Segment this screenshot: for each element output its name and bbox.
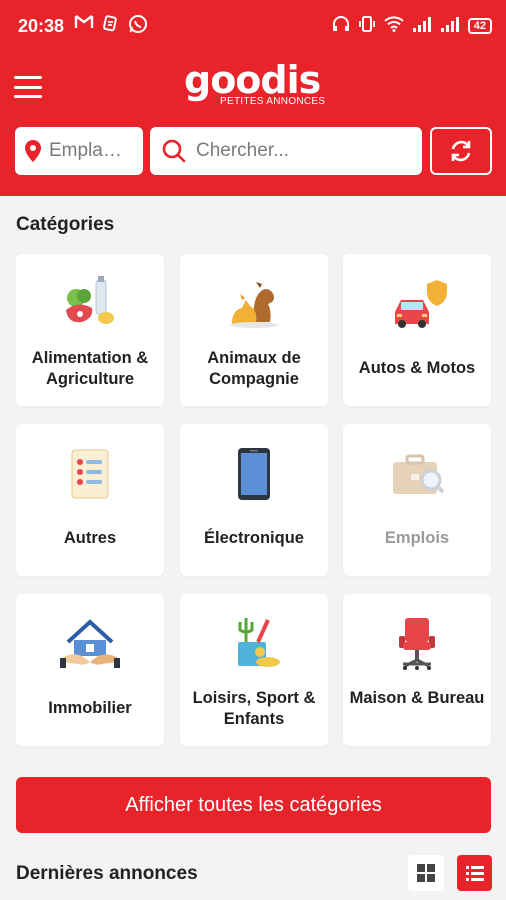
signal-icon (440, 16, 460, 36)
search-placeholder: Chercher... (196, 140, 289, 161)
whatsapp-icon (128, 14, 148, 39)
car-icon (387, 274, 447, 334)
category-card-maison[interactable]: Maison & Bureau (343, 594, 491, 746)
list-icon (60, 444, 120, 504)
list-view-button[interactable] (457, 855, 492, 891)
grid-view-button[interactable] (408, 855, 444, 891)
show-all-categories-button[interactable]: Afficher toutes les catégories (16, 777, 491, 833)
category-card-autres[interactable]: Autres (16, 424, 164, 576)
categories-title: Catégories (16, 214, 115, 235)
category-label: Emplois (384, 529, 450, 547)
latest-ads-title: Dernières annonces (16, 863, 198, 884)
list-icon (465, 865, 484, 881)
leisure-icon (224, 614, 284, 674)
category-label: Loisirs, Sport & Enfants (192, 689, 316, 728)
pets-icon (224, 274, 284, 334)
location-placeholder: Empla… (49, 140, 122, 161)
smartphone-icon (224, 444, 284, 504)
headphones-icon (332, 16, 350, 36)
goodis-logo: goodis PETITES ANNONCES (176, 58, 336, 110)
house-handshake-icon (60, 614, 120, 674)
status-time: 20:38 (18, 15, 65, 36)
category-card-emplois[interactable]: Emplois (343, 424, 491, 576)
wifi-icon (384, 16, 404, 36)
battery-icon: 42 (467, 18, 492, 34)
category-label: Électronique (204, 529, 304, 547)
status-bar: 20:38 42 (18, 14, 492, 38)
app-icon (102, 14, 120, 39)
refresh-button[interactable] (430, 127, 492, 175)
refresh-icon (448, 138, 474, 164)
search-input[interactable]: Chercher... (150, 127, 422, 175)
signal-icon (412, 16, 432, 36)
map-pin-icon (23, 139, 43, 163)
office-chair-icon (387, 614, 447, 674)
app-header: 20:38 42 goodis PETITES ANNONCES Empla… … (0, 0, 506, 196)
logo-word: goodis (184, 58, 321, 102)
category-label: Autos & Motos (358, 359, 476, 377)
category-label: Animaux de Compagnie (207, 349, 301, 388)
briefcase-icon (387, 444, 447, 504)
category-card-autos[interactable]: Autos & Motos (343, 254, 491, 406)
vibrate-icon (358, 15, 376, 37)
category-card-immobilier[interactable]: Immobilier (16, 594, 164, 746)
search-icon (162, 139, 186, 163)
grid-icon (417, 864, 435, 882)
menu-icon[interactable] (14, 76, 42, 98)
category-card-alimentation[interactable]: Alimentation & Agriculture (16, 254, 164, 406)
category-label: Alimentation & Agriculture (31, 349, 149, 388)
category-label: Autres (63, 529, 117, 547)
gmail-icon (74, 14, 94, 39)
category-label: Immobilier (48, 699, 132, 717)
category-card-animaux[interactable]: Animaux de Compagnie (180, 254, 328, 406)
category-card-loisirs[interactable]: Loisirs, Sport & Enfants (180, 594, 328, 746)
category-label: Maison & Bureau (349, 689, 485, 707)
groceries-icon (60, 274, 120, 334)
location-field[interactable]: Empla… (15, 127, 143, 175)
category-card-electronique[interactable]: Électronique (180, 424, 328, 576)
logo-subtitle: PETITES ANNONCES (220, 96, 326, 107)
